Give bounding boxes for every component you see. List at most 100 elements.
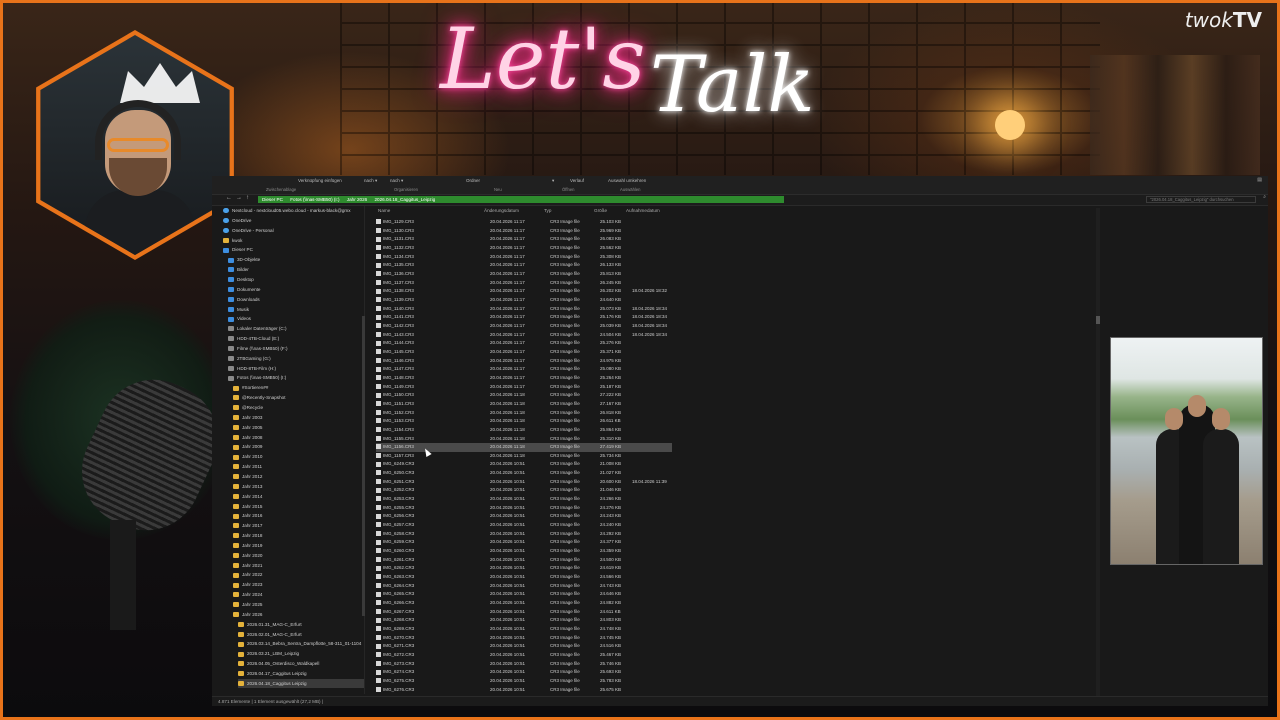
ribbon-open-dropdown[interactable]: ▾ xyxy=(552,178,554,184)
tree-item[interactable]: @Recently-Snapshot xyxy=(233,393,364,402)
file-row[interactable]: IMG_6275.CR3 20.04.2026 10:51 CR3 Image fi… xyxy=(376,677,672,686)
file-row[interactable]: IMG_1148.CR3 20.04.2026 11:17 CR3 Image fi… xyxy=(376,374,672,383)
search-input[interactable]: "2026.04.18_Caggitus_Leipzig" durchsuche… xyxy=(1146,196,1256,203)
file-row[interactable]: IMG_6260.CR3 20.04.2026 10:51 CR3 Image fi… xyxy=(376,547,672,556)
tree-item[interactable]: 2026.04.17_Caggitus Leipzig xyxy=(238,669,364,678)
navigation-scrollbar[interactable] xyxy=(362,316,365,616)
file-row[interactable]: IMG_1129.CR3 20.04.2026 11:17 CR3 Image fi… xyxy=(376,218,672,227)
file-list-scrollbar[interactable] xyxy=(1096,208,1100,696)
file-row[interactable]: IMG_1155.CR3 20.04.2026 11:18 CR3 Image fi… xyxy=(376,435,672,444)
file-row[interactable]: IMG_6251.CR3 20.04.2026 10:51 CR3 Image fi… xyxy=(376,478,672,487)
tree-item[interactable]: 2TBGaming (G:) xyxy=(228,354,364,363)
file-row[interactable]: IMG_6273.CR3 20.04.2026 10:51 CR3 Image fi… xyxy=(376,660,672,669)
breadcrumb-drive[interactable]: Fotos (\\nas-SMB50) (I:) xyxy=(290,197,339,202)
file-row[interactable]: IMG_1140.CR3 20.04.2026 11:17 CR3 Image fi… xyxy=(376,305,672,314)
tree-item[interactable]: Jahr 2012 xyxy=(233,472,364,481)
ribbon-history[interactable]: Verlauf xyxy=(570,178,584,184)
tree-item[interactable]: #Sortieren## xyxy=(233,383,364,392)
file-row[interactable]: IMG_6269.CR3 20.04.2026 10:51 CR3 Image fi… xyxy=(376,625,672,634)
tree-item[interactable]: Lokaler Datenträger (C:) xyxy=(228,324,364,333)
file-row[interactable]: IMG_6266.CR3 20.04.2026 10:51 CR3 Image fi… xyxy=(376,599,672,608)
file-row[interactable]: IMG_6262.CR3 20.04.2026 10:51 CR3 Image fi… xyxy=(376,564,672,573)
tree-item[interactable]: Jahr 2019 xyxy=(233,541,364,550)
tree-item[interactable]: Jahr 2024 xyxy=(233,590,364,599)
tree-item[interactable]: Jahr 2020 xyxy=(233,551,364,560)
tree-item[interactable]: 2026.02.01_MAG-C_Erfurt xyxy=(238,630,364,639)
file-row[interactable]: IMG_1147.CR3 20.04.2026 11:17 CR3 Image fi… xyxy=(376,365,672,374)
tree-item[interactable]: kwok xyxy=(223,236,364,245)
file-row[interactable]: IMG_1130.CR3 20.04.2026 11:17 CR3 Image fi… xyxy=(376,227,672,236)
file-row[interactable]: IMG_1149.CR3 20.04.2026 11:17 CR3 Image fi… xyxy=(376,383,672,392)
tree-item[interactable]: Fotos (\\nas-SMB50) (I:) xyxy=(228,373,364,382)
breadcrumb[interactable]: Dieser PC Fotos (\\nas-SMB50) (I:) Jahr … xyxy=(258,196,784,203)
file-row[interactable]: IMG_1153.CR3 20.04.2026 11:18 CR3 Image fi… xyxy=(376,417,672,426)
file-row[interactable]: IMG_1142.CR3 20.04.2026 11:17 CR3 Image fi… xyxy=(376,322,672,331)
tree-item[interactable]: Jahr 2026 xyxy=(233,610,364,619)
tree-item[interactable]: 2026.03.21_LBM_Leipzig xyxy=(238,649,364,658)
tree-item[interactable]: Bilder xyxy=(228,265,364,274)
tree-item[interactable]: Downloads xyxy=(228,295,364,304)
file-row[interactable]: IMG_1156.CR3 20.04.2026 11:18 CR3 Image fi… xyxy=(376,443,672,452)
tree-item[interactable]: Musik xyxy=(228,305,364,314)
file-row[interactable]: IMG_1137.CR3 20.04.2026 11:17 CR3 Image fi… xyxy=(376,279,672,288)
column-size[interactable]: Größe xyxy=(594,208,607,214)
file-row[interactable]: IMG_6270.CR3 20.04.2026 10:51 CR3 Image fi… xyxy=(376,634,672,643)
file-row[interactable]: IMG_6271.CR3 20.04.2026 10:51 CR3 Image fi… xyxy=(376,642,672,651)
file-row[interactable]: IMG_1154.CR3 20.04.2026 11:18 CR3 Image fi… xyxy=(376,426,672,435)
column-modified[interactable]: Änderungsdatum xyxy=(484,208,519,214)
file-row[interactable]: IMG_6253.CR3 20.04.2026 10:51 CR3 Image fi… xyxy=(376,495,672,504)
file-row[interactable]: IMG_1131.CR3 20.04.2026 11:17 CR3 Image fi… xyxy=(376,235,672,244)
tree-item[interactable]: Jahr 2018 xyxy=(233,531,364,540)
file-row[interactable]: IMG_6264.CR3 20.04.2026 10:51 CR3 Image fi… xyxy=(376,582,672,591)
search-icon[interactable]: ⌕ xyxy=(1263,195,1266,200)
file-row[interactable]: IMG_1134.CR3 20.04.2026 11:17 CR3 Image fi… xyxy=(376,253,672,262)
tree-item[interactable]: Jahr 2013 xyxy=(233,482,364,491)
tree-item[interactable]: Desktop xyxy=(228,275,364,284)
ribbon-new-folder[interactable]: Ordner xyxy=(466,178,480,184)
tree-item[interactable]: Jahr 2015 xyxy=(233,502,364,511)
ribbon-invert-selection[interactable]: Auswahl umkehren xyxy=(608,178,646,184)
tree-item[interactable]: Jahr 2008 xyxy=(233,433,364,442)
tree-item[interactable]: OneDrive - Personal xyxy=(223,226,364,235)
file-row[interactable]: IMG_6250.CR3 20.04.2026 10:51 CR3 Image fi… xyxy=(376,469,672,478)
column-date-taken[interactable]: Aufnahmedatum xyxy=(626,208,660,214)
tree-item[interactable]: Dieser PC xyxy=(223,245,364,254)
tree-item[interactable]: HDD-8TB-Film (H:) xyxy=(228,364,364,373)
ribbon-copy-to[interactable]: nach ▾ xyxy=(390,178,403,184)
view-details-icon[interactable]: ▤ xyxy=(1257,178,1262,183)
file-row[interactable]: IMG_1144.CR3 20.04.2026 11:17 CR3 Image fi… xyxy=(376,339,672,348)
column-name[interactable]: Name xyxy=(378,208,390,214)
tree-item[interactable]: Jahr 2005 xyxy=(233,423,364,432)
file-row[interactable]: IMG_1139.CR3 20.04.2026 11:17 CR3 Image fi… xyxy=(376,296,672,305)
file-row[interactable]: IMG_1141.CR3 20.04.2026 11:17 CR3 Image fi… xyxy=(376,313,672,322)
tree-item[interactable]: Jahr 2010 xyxy=(233,452,364,461)
file-row[interactable]: IMG_6258.CR3 20.04.2026 10:51 CR3 Image fi… xyxy=(376,530,672,539)
tree-item[interactable]: 2026.04.18_Caggitus Leipzig xyxy=(238,678,364,688)
file-row[interactable]: IMG_1143.CR3 20.04.2026 11:17 CR3 Image fi… xyxy=(376,331,672,340)
tree-item[interactable]: Jahr 2009 xyxy=(233,442,364,451)
tree-item[interactable]: Filme (\\nas-SMB50) (F:) xyxy=(228,344,364,353)
tree-item[interactable]: Jahr 2011 xyxy=(233,462,364,471)
file-row[interactable]: IMG_6255.CR3 20.04.2026 10:51 CR3 Image fi… xyxy=(376,504,672,513)
file-row[interactable]: IMG_6249.CR3 20.04.2026 10:51 CR3 Image fi… xyxy=(376,460,672,469)
file-row[interactable]: IMG_1157.CR3 20.04.2026 11:18 CR3 Image fi… xyxy=(376,452,672,461)
tree-item[interactable]: Jahr 2022 xyxy=(233,570,364,579)
breadcrumb-this-pc[interactable]: Dieser PC xyxy=(262,197,283,202)
tree-item[interactable]: Jahr 2021 xyxy=(233,561,364,570)
tree-item[interactable]: Jahr 2016 xyxy=(233,511,364,520)
file-row[interactable]: IMG_6259.CR3 20.04.2026 10:51 CR3 Image fi… xyxy=(376,538,672,547)
tree-item[interactable]: 3D-Objekte xyxy=(228,255,364,264)
file-row[interactable]: IMG_6257.CR3 20.04.2026 10:51 CR3 Image fi… xyxy=(376,521,672,530)
file-row[interactable]: IMG_1132.CR3 20.04.2026 11:17 CR3 Image fi… xyxy=(376,244,672,253)
file-row[interactable]: IMG_6272.CR3 20.04.2026 10:51 CR3 Image fi… xyxy=(376,651,672,660)
ribbon-move-to[interactable]: nach ▾ xyxy=(364,178,377,184)
scrollbar-thumb[interactable] xyxy=(1096,316,1100,324)
file-row[interactable]: IMG_1135.CR3 20.04.2026 11:17 CR3 Image fi… xyxy=(376,261,672,270)
tree-item[interactable]: OneDrive xyxy=(223,216,364,225)
up-icon[interactable]: ↑ xyxy=(246,195,249,201)
tree-item[interactable]: Jahr 2025 xyxy=(233,600,364,609)
tree-item[interactable]: Jahr 2023 xyxy=(233,580,364,589)
tree-item[interactable]: 2026.01.31_MAG-C_Erfurt xyxy=(238,620,364,629)
tree-item[interactable]: Jahr 2017 xyxy=(233,521,364,530)
tree-item[interactable]: Nextcloud - nextcloud05.webo.cloud - mar… xyxy=(223,206,364,215)
